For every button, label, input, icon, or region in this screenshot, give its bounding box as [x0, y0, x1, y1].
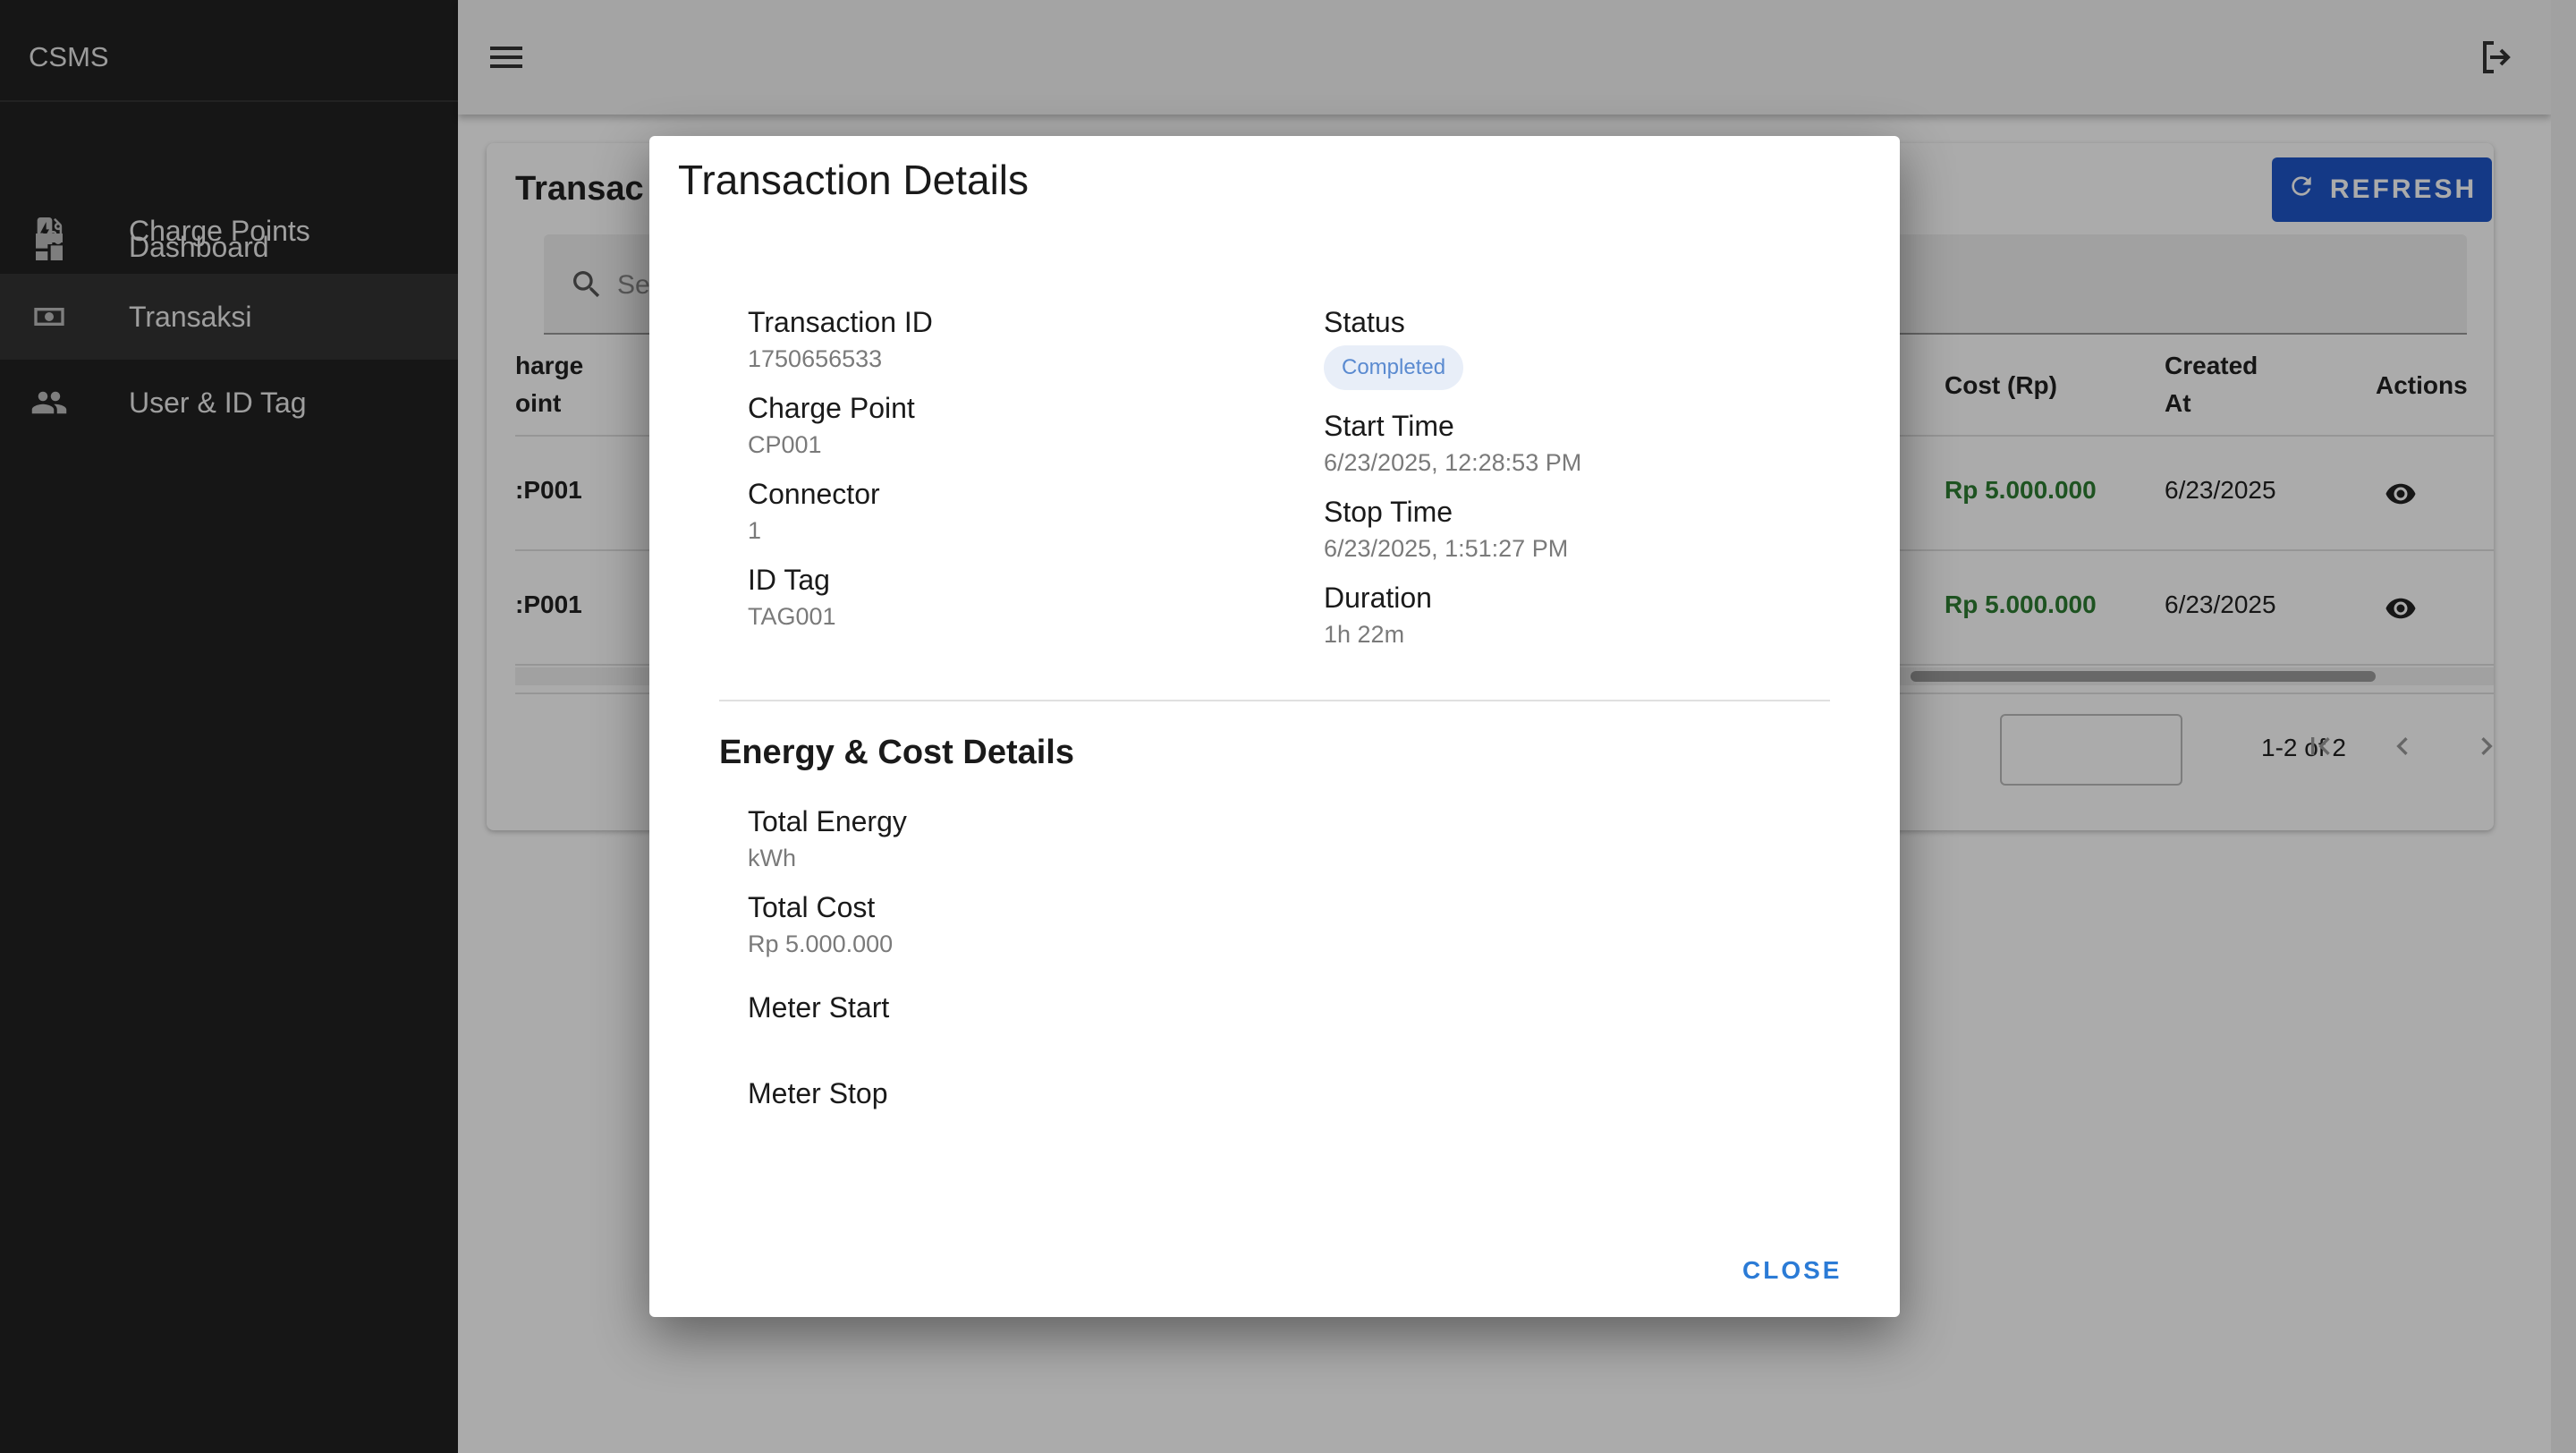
section-divider — [719, 700, 1830, 701]
stop-time-value: 6/23/2025, 1:51:27 PM — [1324, 535, 1569, 562]
duration-label: Duration — [1324, 582, 1432, 614]
duration-value: 1h 22m — [1324, 621, 1405, 648]
stop-time-label: Stop Time — [1324, 496, 1453, 528]
transaction-details-dialog: Transaction Details Transaction ID 17506… — [649, 136, 1900, 1317]
meter-start-label: Meter Start — [748, 991, 890, 1024]
total-cost-value: Rp 5.000.000 — [748, 930, 894, 957]
dialog-title: Transaction Details — [678, 157, 1030, 203]
connector-label: Connector — [748, 478, 880, 510]
status-label: Status — [1324, 306, 1405, 338]
total-energy-label: Total Energy — [748, 805, 907, 837]
status-badge: Completed — [1324, 345, 1464, 390]
id-tag-label: ID Tag — [748, 564, 830, 596]
close-button[interactable]: CLOSE — [1742, 1256, 1842, 1285]
transaction-id-value: 1750656533 — [748, 345, 883, 372]
start-time-label: Start Time — [1324, 410, 1454, 442]
start-time-value: 6/23/2025, 12:28:53 PM — [1324, 449, 1582, 476]
transaction-id-label: Transaction ID — [748, 306, 933, 338]
connector-value: 1 — [748, 517, 762, 544]
total-cost-label: Total Cost — [748, 891, 876, 923]
charge-point-value: CP001 — [748, 431, 822, 458]
total-energy-value: kWh — [748, 845, 796, 871]
energy-section-title: Energy & Cost Details — [719, 734, 1074, 771]
charge-point-label: Charge Point — [748, 392, 915, 424]
id-tag-value: TAG001 — [748, 603, 836, 630]
meter-stop-label: Meter Stop — [748, 1077, 888, 1109]
